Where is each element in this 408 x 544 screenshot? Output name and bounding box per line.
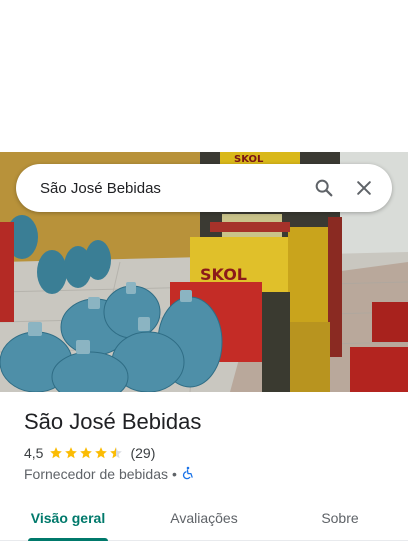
star-icon: [50, 447, 63, 459]
review-count[interactable]: (29): [130, 445, 155, 461]
tab-overview[interactable]: Visão geral: [0, 496, 136, 541]
star-icon: [95, 447, 108, 459]
place-tabs: Visão geral Avaliações Sobre: [0, 496, 408, 541]
star-rating: [49, 446, 124, 460]
close-icon[interactable]: [344, 168, 384, 208]
star-icon: [110, 447, 123, 459]
search-bar[interactable]: São José Bebidas: [16, 164, 392, 212]
tab-reviews[interactable]: Avaliações: [136, 496, 272, 540]
rating-row[interactable]: 4,5 (29): [24, 444, 155, 462]
search-icon[interactable]: [304, 168, 344, 208]
star-icon: [80, 447, 93, 459]
place-title: São José Bebidas: [24, 409, 202, 434]
search-input[interactable]: São José Bebidas: [16, 180, 304, 197]
rating-value: 4,5: [24, 445, 44, 461]
skol-label-front: SKOL: [200, 265, 247, 284]
wheelchair-icon[interactable]: [181, 466, 195, 483]
tab-about[interactable]: Sobre: [272, 496, 408, 540]
category-row: Fornecedor de bebidas •: [24, 465, 195, 483]
star-icon: [65, 447, 78, 459]
separator: •: [172, 466, 177, 482]
place-category[interactable]: Fornecedor de bebidas: [24, 466, 168, 482]
